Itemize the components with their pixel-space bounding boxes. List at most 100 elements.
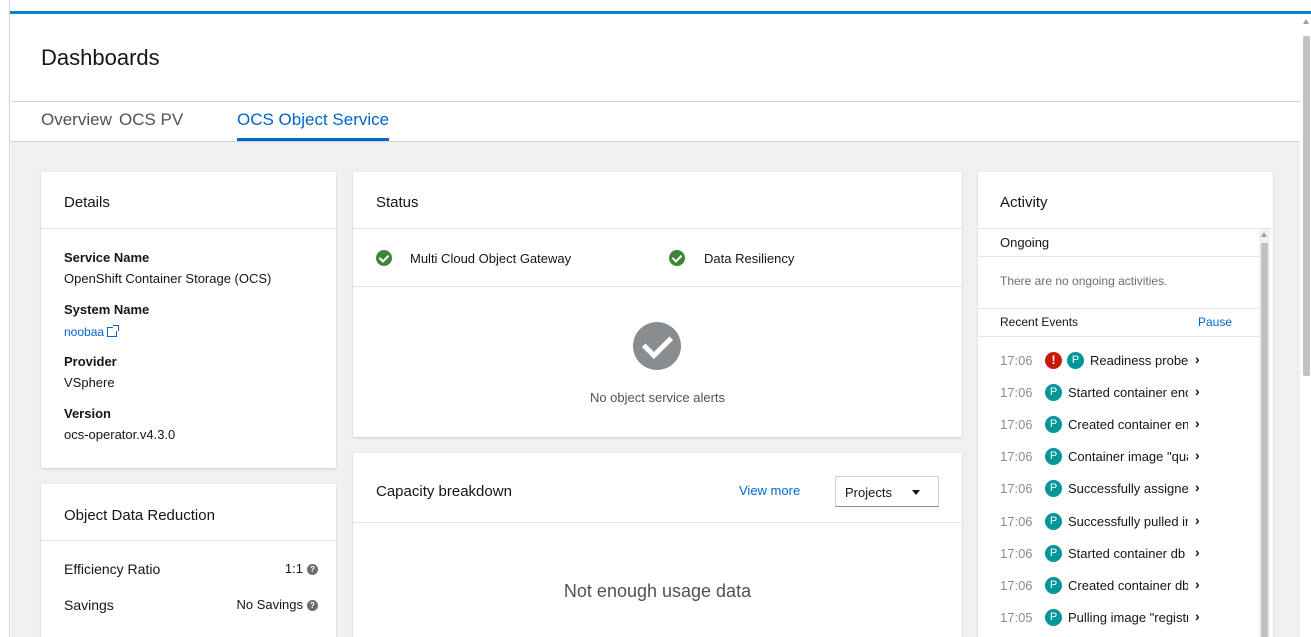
system-name-label: System Name — [64, 302, 150, 317]
capacity-card-title: Capacity breakdown — [376, 483, 512, 500]
recent-events-list: 17:06! P Readiness probe f... › 17:06 P Starte… — [978, 350, 1259, 637]
ongoing-label: Ongoing — [1000, 235, 1050, 250]
system-name-link-text[interactable]: noobaa — [64, 325, 104, 339]
activity-scrollbar[interactable] — [1259, 229, 1270, 637]
status-item-gateway[interactable]: Multi Cloud Object Gateway — [410, 251, 571, 266]
service-name-label: Service Name — [64, 250, 150, 265]
savings-value: No Savings — [236, 597, 303, 612]
page-title: Dashboards — [41, 45, 160, 70]
event-message: Started container end... — [1068, 385, 1188, 401]
object-data-reduction-card: Object Data Reduction Efficiency Ratio 1… — [41, 484, 336, 637]
tab-ocs-pv[interactable]: OCS PV — [119, 110, 183, 138]
status-card: Status Multi Cloud Object Gateway Data R… — [353, 172, 962, 437]
chevron-right-icon[interactable]: › — [1195, 608, 1200, 624]
event-time: 17:06 — [1000, 481, 1033, 497]
activity-card: Activity Ongoing There are no ongoing ac… — [978, 172, 1273, 637]
service-name-value: OpenShift Container Storage (OCS) — [64, 271, 272, 286]
ongoing-empty-message: There are no ongoing activities. — [1000, 274, 1168, 288]
pod-badge-icon: P — [1045, 544, 1062, 562]
event-time: 17:06 — [1000, 449, 1033, 465]
recent-events-header: Recent Events Pause — [978, 309, 1259, 337]
dashboard-grid: Details Service Name OpenShift Container… — [11, 142, 1300, 637]
chevron-right-icon[interactable]: › — [1195, 415, 1200, 431]
dashboard-tabs: Overview OCS PV OCS Object Service — [11, 101, 1300, 142]
efficiency-ratio-label: Efficiency Ratio — [64, 561, 161, 577]
chevron-right-icon[interactable]: › — [1195, 512, 1200, 528]
pod-badge-icon: P — [1045, 512, 1062, 530]
efficiency-ratio-value: 1:1 — [284, 561, 303, 576]
projects-dropdown-value: Projects — [845, 485, 892, 500]
chevron-right-icon[interactable]: › — [1195, 351, 1200, 367]
chevron-right-icon[interactable]: › — [1195, 576, 1200, 592]
chevron-right-icon[interactable]: › — [1195, 447, 1200, 463]
event-row[interactable]: 17:06 P Container image "qua... › — [978, 446, 1228, 468]
help-icon[interactable]: ? — [307, 564, 318, 576]
event-row[interactable]: 17:06 P Created container db › — [978, 575, 1228, 597]
status-card-header: Status — [353, 172, 962, 229]
event-row[interactable]: 17:06 P Successfully pulled im... › — [978, 511, 1228, 533]
ongoing-section-header: Ongoing — [978, 229, 1259, 257]
view-more-link[interactable]: View more — [739, 483, 800, 498]
event-message: Created container db — [1068, 577, 1188, 593]
no-alerts-message: No object service alerts — [589, 390, 726, 405]
event-row[interactable]: 17:06 P Created container end... › — [978, 414, 1228, 436]
details-card-header: Details — [41, 172, 336, 229]
capacity-card-header: Capacity breakdown View more Projects — [353, 453, 962, 523]
details-card-title: Details — [64, 194, 110, 211]
event-row[interactable]: 17:06! P Readiness probe f... › — [978, 350, 1228, 372]
activity-card-title: Activity — [1000, 194, 1048, 211]
event-row[interactable]: 17:06 P Successfully assigned ... › — [978, 478, 1228, 500]
success-check-icon — [376, 250, 392, 266]
pod-badge-icon: P — [1045, 576, 1062, 594]
details-card: Details Service Name OpenShift Container… — [41, 172, 336, 468]
event-time: 17:06 — [1000, 417, 1033, 433]
chevron-right-icon[interactable]: › — [1195, 544, 1200, 560]
error-exclamation-icon: ! — [1045, 352, 1062, 369]
activity-scrollbar-thumb[interactable] — [1261, 243, 1268, 637]
event-row[interactable]: 17:05 P Pulling image "registry... › — [978, 607, 1228, 629]
event-message: Pulling image "registry... — [1068, 609, 1188, 625]
page-scrollbar[interactable] — [1302, 14, 1311, 637]
chevron-right-icon[interactable]: › — [1195, 383, 1200, 399]
event-row[interactable]: 17:06 P Started container db › — [978, 543, 1228, 565]
tab-overview[interactable]: Overview — [41, 110, 112, 138]
event-message: Started container db — [1068, 545, 1186, 561]
system-name-link[interactable]: noobaa — [64, 323, 120, 341]
status-card-title: Status — [376, 194, 419, 211]
tab-ocs-object-service[interactable]: OCS Object Service — [237, 110, 390, 141]
provider-label: Provider — [64, 354, 117, 369]
version-value: ocs-operator.v4.3.0 — [64, 427, 176, 442]
pod-badge-icon: P — [1045, 480, 1062, 498]
page-header: Dashboards — [11, 14, 1300, 101]
status-items-row: Multi Cloud Object Gateway Data Resilien… — [353, 229, 962, 287]
provider-value: VSphere — [64, 375, 115, 390]
capacity-empty-message: Not enough usage data — [563, 581, 752, 601]
event-time: 17:06 — [1000, 513, 1033, 529]
pause-button[interactable]: Pause — [1198, 315, 1232, 329]
event-time: 17:06 — [1000, 353, 1033, 368]
status-item-resiliency[interactable]: Data Resiliency — [704, 251, 794, 266]
event-message: Created container end... — [1068, 417, 1188, 433]
scroll-up-arrow-icon[interactable] — [1303, 19, 1309, 24]
savings-label: Savings — [64, 597, 114, 613]
pod-badge-icon: P — [1045, 448, 1062, 466]
page-scrollbar-thumb[interactable] — [1303, 36, 1310, 376]
help-icon[interactable]: ? — [307, 600, 318, 612]
event-message: Container image "qua... — [1068, 449, 1188, 465]
no-alerts-check-icon — [633, 322, 681, 370]
event-time: 17:06 — [1000, 545, 1033, 561]
left-nav-edge — [0, 0, 10, 637]
efficiency-ratio-value-group: 1:1? — [285, 561, 318, 576]
event-message: Successfully pulled im... — [1068, 513, 1188, 529]
event-time: 17:06 — [1000, 385, 1033, 401]
scroll-up-arrow-icon[interactable] — [1261, 232, 1267, 237]
event-time: 17:05 — [1000, 609, 1033, 625]
projects-dropdown[interactable]: Projects — [835, 476, 939, 507]
event-time: 17:06 — [1000, 577, 1033, 593]
ongoing-section-body: There are no ongoing activities. — [978, 257, 1259, 309]
event-message: Successfully assigned ... — [1068, 481, 1188, 497]
success-check-icon — [669, 250, 685, 266]
chevron-right-icon[interactable]: › — [1195, 479, 1200, 495]
event-row[interactable]: 17:06 P Started container end... › — [978, 382, 1228, 404]
pod-badge-icon: P — [1045, 416, 1062, 434]
